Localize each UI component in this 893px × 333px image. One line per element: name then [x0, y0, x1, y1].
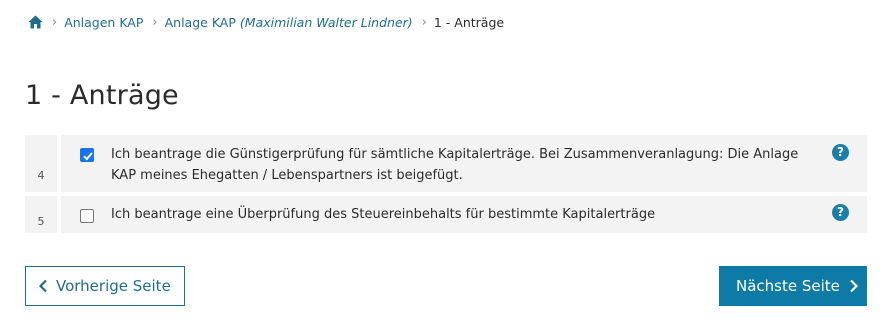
next-page-button[interactable]: Nächste Seite [719, 266, 867, 306]
steuereinbehalt-checkbox[interactable] [80, 209, 94, 223]
row-label: Ich beantrage eine Überprüfung des Steue… [111, 207, 656, 222]
chevron-left-icon [38, 279, 48, 293]
form-row: 4 Ich beantrage die Günstigerprüfung für… [25, 135, 867, 192]
row-number: 4 [25, 135, 57, 192]
guenstigerpruefung-checkbox[interactable] [80, 148, 94, 162]
row-content: Ich beantrage eine Überprüfung des Steue… [61, 196, 867, 233]
breadcrumb-link-anlagen-kap[interactable]: Anlagen KAP [64, 15, 143, 30]
chevron-right-icon: › [421, 14, 427, 30]
chevron-right-icon: › [152, 14, 158, 30]
page-title: 1 - Anträge [25, 80, 179, 111]
row-label: Ich beantrage die Günstigerprüfung für s… [111, 147, 799, 183]
next-page-label: Nächste Seite [736, 277, 840, 295]
breadcrumb: › Anlagen KAP › Anlage KAP (Maximilian W… [27, 12, 504, 32]
form-row: 5 Ich beantrage eine Überprüfung des Ste… [25, 196, 867, 233]
chevron-right-icon [849, 279, 859, 293]
home-icon[interactable] [27, 14, 43, 30]
breadcrumb-link-person: (Maximilian Walter Lindner) [239, 14, 413, 30]
form-rows: 4 Ich beantrage die Günstigerprüfung für… [25, 135, 867, 237]
previous-page-label: Vorherige Seite [56, 277, 171, 295]
breadcrumb-current: 1 - Anträge [433, 14, 505, 30]
previous-page-button[interactable]: Vorherige Seite [25, 266, 185, 306]
breadcrumb-link-label: Anlage KAP [164, 14, 236, 30]
chevron-right-icon: › [52, 14, 58, 30]
help-icon[interactable]: ? [832, 144, 849, 161]
row-content: Ich beantrage die Günstigerprüfung für s… [61, 135, 867, 192]
help-icon[interactable]: ? [832, 204, 849, 221]
breadcrumb-link-anlage-kap[interactable]: Anlage KAP (Maximilian Walter Lindner) [165, 15, 413, 30]
row-number: 5 [25, 196, 57, 233]
